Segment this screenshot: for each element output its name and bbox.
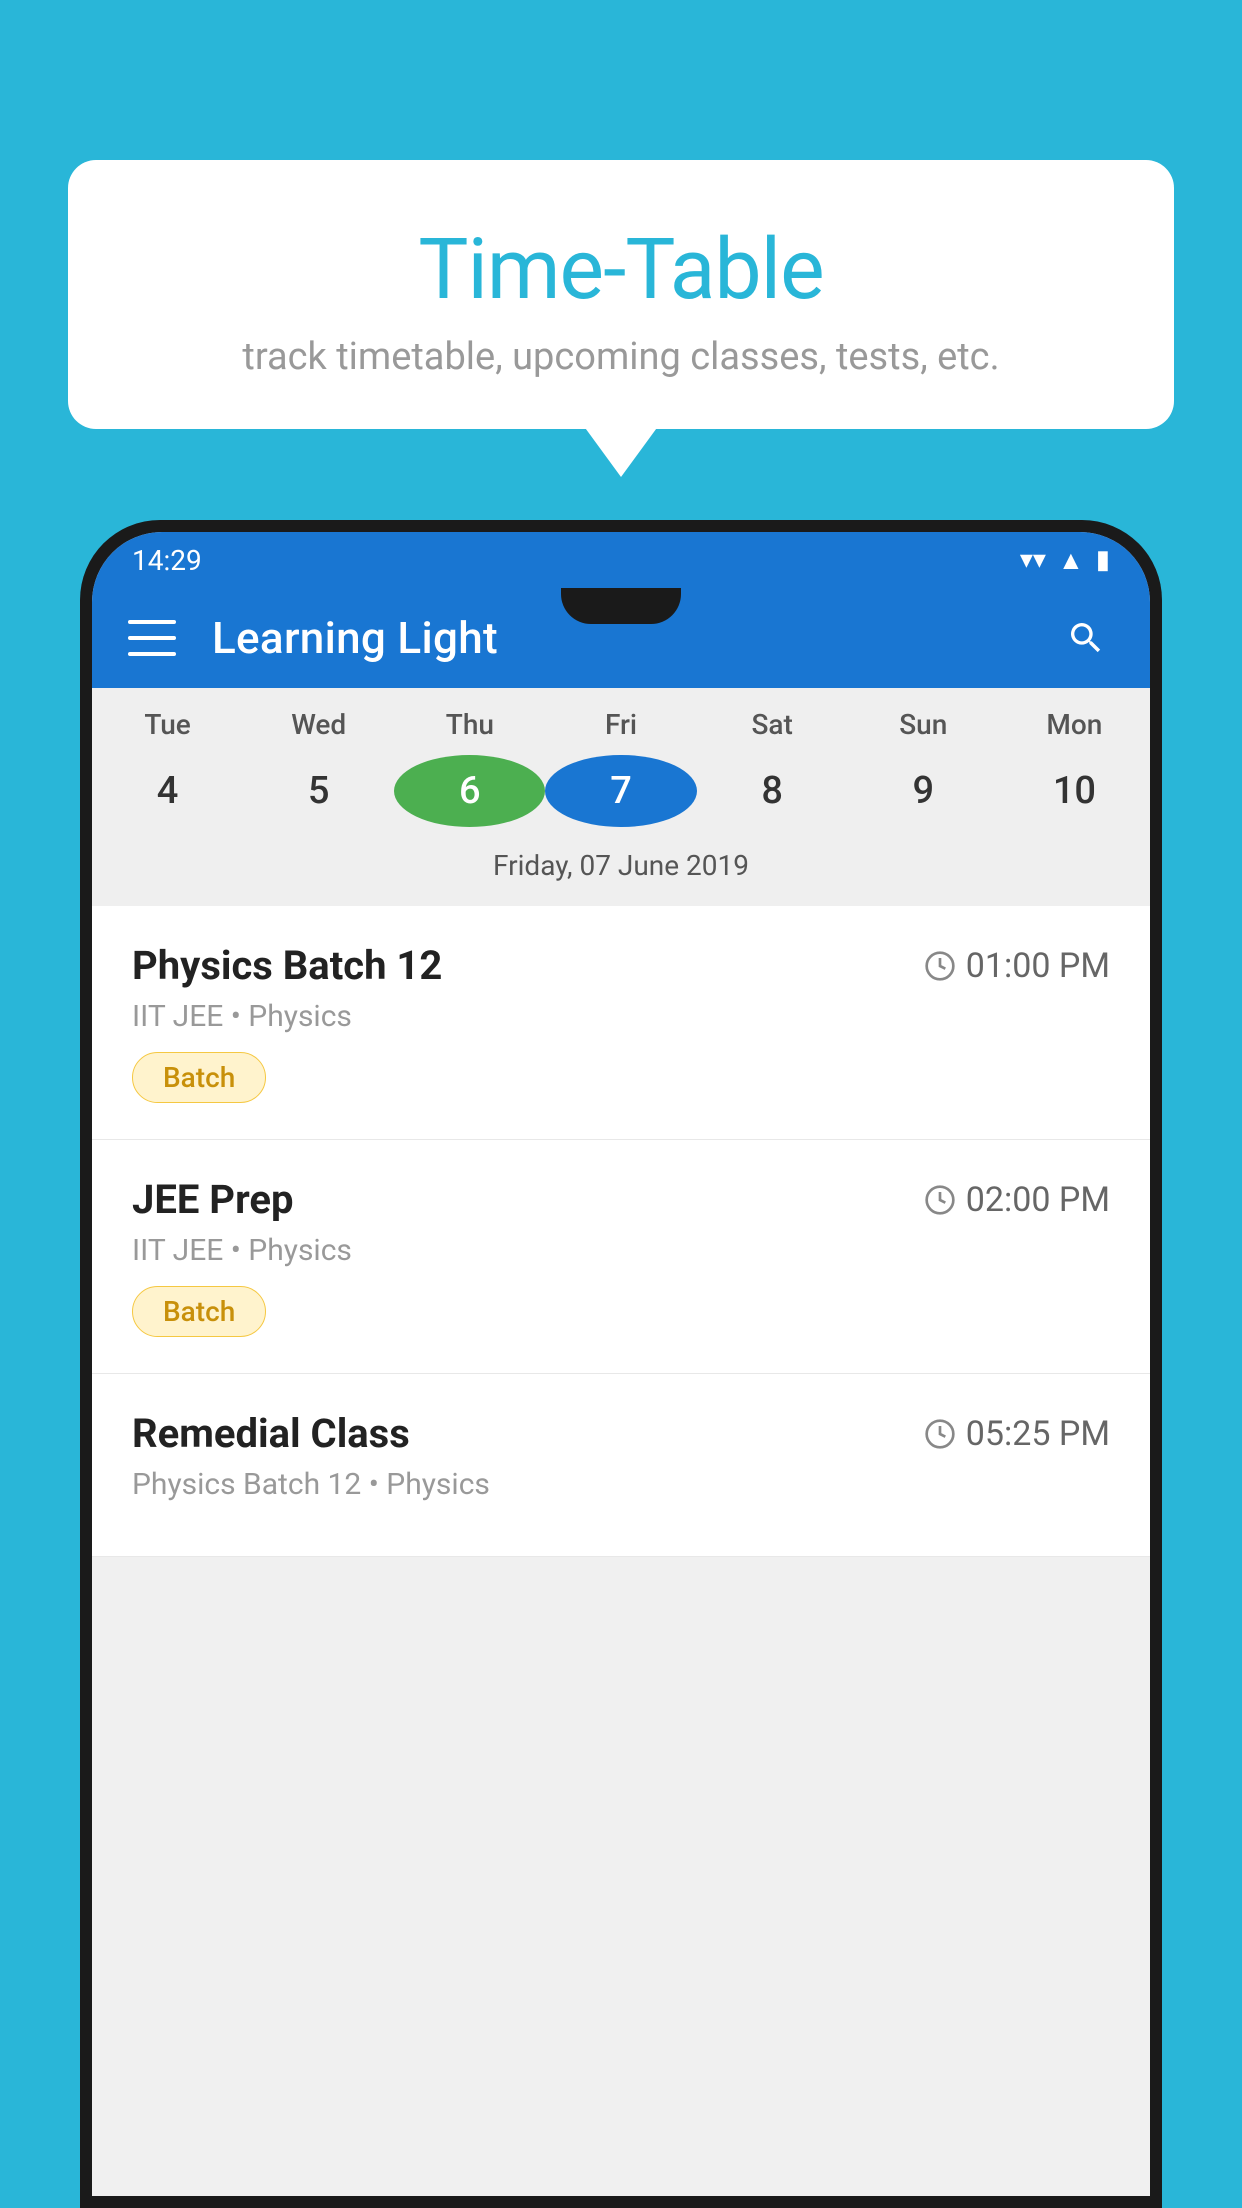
schedule-item-1-subtitle: IIT JEE • Physics bbox=[132, 999, 1110, 1034]
status-time: 14:29 bbox=[132, 544, 202, 577]
date-9-wrapper[interactable]: 9 bbox=[848, 755, 999, 827]
schedule-item-2-header: JEE Prep 02:00 PM bbox=[132, 1176, 1110, 1223]
date-6-wrapper[interactable]: 6 bbox=[394, 755, 545, 827]
speech-bubble-container: Time-Table track timetable, upcoming cla… bbox=[68, 160, 1174, 429]
bubble-title: Time-Table bbox=[118, 220, 1124, 319]
schedule-item-1-header: Physics Batch 12 01:00 PM bbox=[132, 942, 1110, 989]
date-7-selected: 7 bbox=[545, 755, 696, 827]
date-4-wrapper[interactable]: 4 bbox=[92, 755, 243, 827]
schedule-item-2[interactable]: JEE Prep 02:00 PM IIT JEE • Physics Batc… bbox=[92, 1140, 1150, 1374]
calendar-section: Tue Wed Thu Fri Sat Sun Mon 4 5 bbox=[92, 688, 1150, 906]
phone-wrapper: 14:29 ▾▾ ▲ ▮ Learning Light bbox=[80, 520, 1162, 2208]
date-8: 8 bbox=[697, 755, 848, 827]
weekday-sat[interactable]: Sat bbox=[697, 708, 848, 741]
date-10-wrapper[interactable]: 10 bbox=[999, 755, 1150, 827]
schedule-item-1-title: Physics Batch 12 bbox=[132, 942, 442, 989]
bubble-subtitle: track timetable, upcoming classes, tests… bbox=[118, 335, 1124, 379]
status-icons: ▾▾ ▲ ▮ bbox=[1020, 545, 1110, 576]
schedule-item-2-title: JEE Prep bbox=[132, 1176, 293, 1223]
phone-inner: 14:29 ▾▾ ▲ ▮ Learning Light bbox=[92, 532, 1150, 2196]
hamburger-icon[interactable] bbox=[128, 620, 176, 656]
schedule-item-1-time: 01:00 PM bbox=[924, 946, 1110, 986]
phone-notch bbox=[561, 588, 681, 624]
date-6-today: 6 bbox=[394, 755, 545, 827]
date-8-wrapper[interactable]: 8 bbox=[697, 755, 848, 827]
battery-icon: ▮ bbox=[1096, 545, 1110, 575]
wifi-icon: ▾▾ bbox=[1020, 545, 1046, 575]
weekday-tue[interactable]: Tue bbox=[92, 708, 243, 741]
schedule-item-2-time: 02:00 PM bbox=[924, 1180, 1110, 1220]
weekday-sun[interactable]: Sun bbox=[848, 708, 999, 741]
date-10: 10 bbox=[999, 755, 1150, 827]
date-5: 5 bbox=[243, 755, 394, 827]
schedule-item-3[interactable]: Remedial Class 05:25 PM Physics Batch 12… bbox=[92, 1374, 1150, 1557]
search-button[interactable] bbox=[1058, 610, 1114, 666]
weekday-mon[interactable]: Mon bbox=[999, 708, 1150, 741]
weekday-fri[interactable]: Fri bbox=[545, 708, 696, 741]
schedule-item-3-subtitle: Physics Batch 12 • Physics bbox=[132, 1467, 1110, 1502]
schedule-item-1-badge: Batch bbox=[132, 1052, 266, 1103]
selected-date-label: Friday, 07 June 2019 bbox=[92, 839, 1150, 896]
status-bar: 14:29 ▾▾ ▲ ▮ bbox=[92, 532, 1150, 588]
dates-row: 4 5 6 7 8 9 bbox=[92, 747, 1150, 839]
date-5-wrapper[interactable]: 5 bbox=[243, 755, 394, 827]
weekday-thu[interactable]: Thu bbox=[394, 708, 545, 741]
weekday-wed[interactable]: Wed bbox=[243, 708, 394, 741]
speech-bubble: Time-Table track timetable, upcoming cla… bbox=[68, 160, 1174, 429]
schedule-list: Physics Batch 12 01:00 PM IIT JEE • Phys… bbox=[92, 906, 1150, 1557]
schedule-item-3-time: 05:25 PM bbox=[924, 1414, 1110, 1454]
weekdays-row: Tue Wed Thu Fri Sat Sun Mon bbox=[92, 688, 1150, 747]
phone-outer: 14:29 ▾▾ ▲ ▮ Learning Light bbox=[80, 520, 1162, 2208]
date-7-wrapper[interactable]: 7 bbox=[545, 755, 696, 827]
date-9: 9 bbox=[848, 755, 999, 827]
schedule-item-3-title: Remedial Class bbox=[132, 1410, 410, 1457]
schedule-item-1[interactable]: Physics Batch 12 01:00 PM IIT JEE • Phys… bbox=[92, 906, 1150, 1140]
signal-icon: ▲ bbox=[1058, 545, 1084, 576]
date-4: 4 bbox=[92, 755, 243, 827]
schedule-item-2-badge: Batch bbox=[132, 1286, 266, 1337]
schedule-item-3-header: Remedial Class 05:25 PM bbox=[132, 1410, 1110, 1457]
schedule-item-2-subtitle: IIT JEE • Physics bbox=[132, 1233, 1110, 1268]
